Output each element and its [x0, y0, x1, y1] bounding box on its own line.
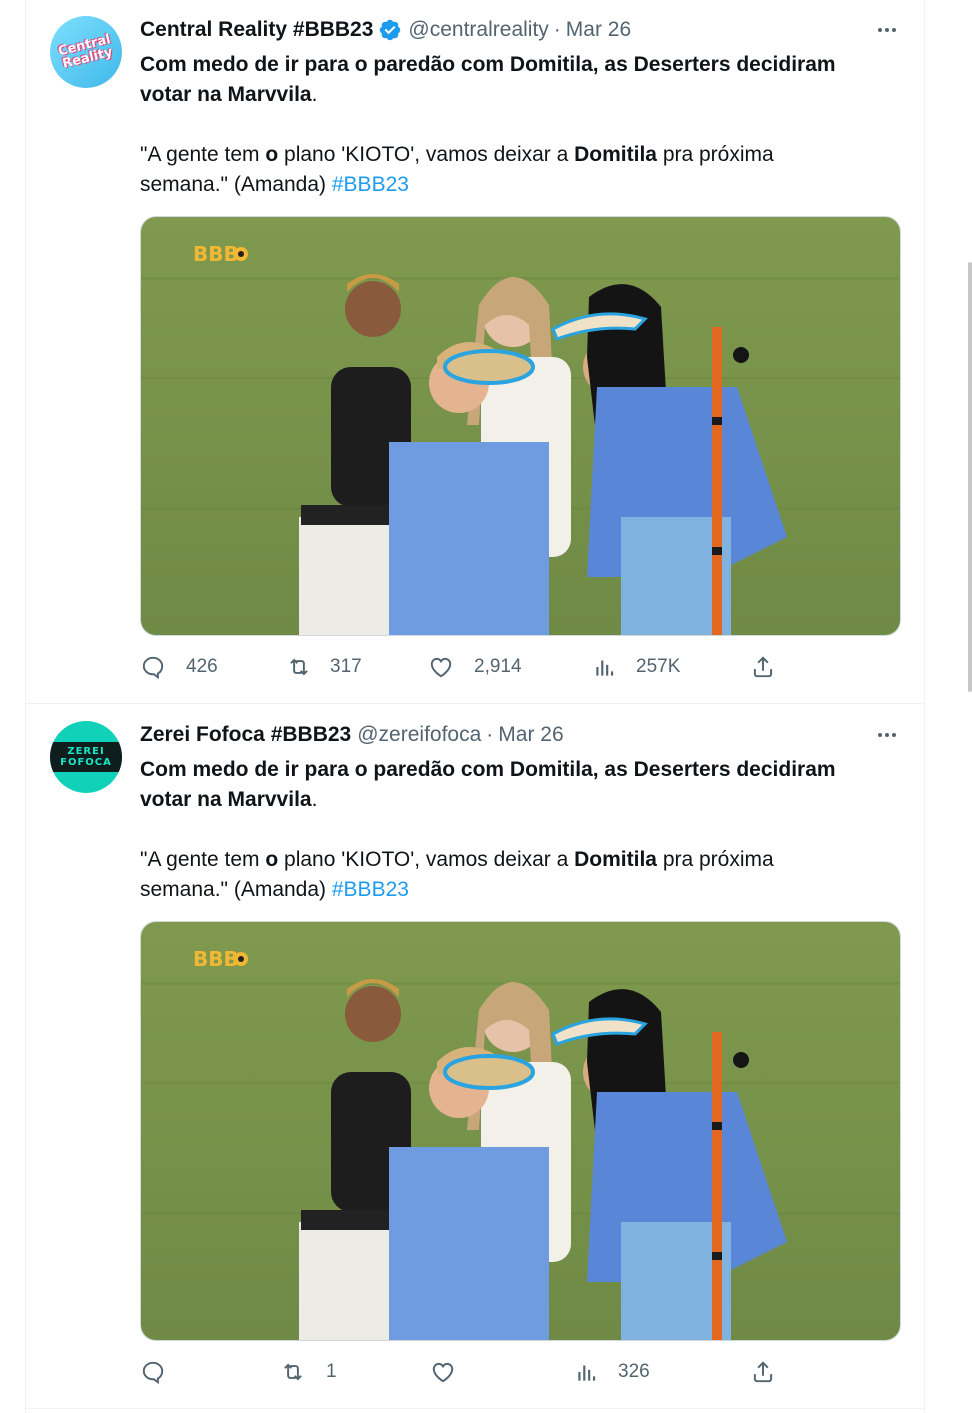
heart-icon: [430, 657, 452, 678]
avatar-logo: Central Reality: [56, 31, 115, 72]
like-button[interactable]: 2,914: [428, 652, 522, 682]
tweet-header: Central Reality #BBB23 @centralreality ·…: [140, 17, 631, 43]
tweet-photo[interactable]: BBB: [140, 921, 901, 1341]
tweet-zerei-fofoca[interactable]: ZEREI FOFOCA Zerei Fofoca #BBB23 @zereif…: [26, 705, 924, 1409]
tweet-actions: 426 317 2,914 257K: [140, 652, 900, 682]
avatar[interactable]: Central Reality: [50, 16, 122, 88]
quote-part-1: "A gente tem: [140, 848, 266, 871]
quote-line-2: semana." (Amanda): [140, 173, 332, 196]
quote-line-2: semana." (Amanda): [140, 878, 332, 901]
page-scrollbar[interactable]: [968, 262, 972, 692]
reply-button[interactable]: 426: [140, 652, 218, 682]
share-button[interactable]: [750, 652, 776, 682]
views-icon: [596, 660, 614, 676]
like-count: 2,914: [474, 656, 522, 677]
quote-part-2: plano 'KIOTO', vamos deixar a: [278, 848, 575, 871]
avatar[interactable]: ZEREI FOFOCA: [50, 721, 122, 793]
avatar-logo: ZEREI FOFOCA: [50, 742, 122, 772]
view-count: 257K: [636, 656, 681, 677]
share-button[interactable]: [750, 1357, 776, 1387]
heart-icon: [432, 1362, 454, 1383]
retweet-button[interactable]: 317: [286, 652, 362, 682]
headline-line-2: votar na Marvvila: [140, 83, 312, 106]
header-separator: ·: [553, 18, 561, 41]
retweet-count: 1: [326, 1361, 337, 1382]
tweet-date[interactable]: Mar 26: [498, 723, 563, 747]
more-icon[interactable]: [872, 18, 902, 42]
photo-scene: BBB: [141, 217, 900, 635]
tweet-header: Zerei Fofoca #BBB23 @zereifofoca · Mar 2…: [140, 722, 564, 748]
tweet-divider: [25, 703, 925, 704]
share-icon: [753, 656, 773, 678]
tweet-date[interactable]: Mar 26: [566, 18, 631, 42]
author-handle[interactable]: @zereifofoca: [357, 723, 481, 747]
photo-scene: BBB: [141, 922, 900, 1340]
quote-bold-2: Domitila: [574, 143, 657, 166]
tweet-text: Com medo de ir para o paredão com Domiti…: [140, 755, 910, 905]
header-separator: ·: [486, 723, 494, 746]
quote-bold-1: o: [265, 848, 279, 871]
tweet-photo[interactable]: BBB: [140, 216, 901, 636]
author-handle[interactable]: @centralreality: [408, 18, 548, 42]
quote-part-3: pra próxima: [656, 143, 774, 166]
headline-line-2: votar na Marvvila: [140, 788, 312, 811]
hashtag-link[interactable]: #BBB23: [332, 878, 409, 901]
retweet-button[interactable]: 1: [280, 1357, 337, 1387]
share-icon: [753, 1361, 773, 1383]
tweet-divider: [25, 1408, 925, 1409]
retweet-icon: [290, 658, 308, 676]
tweet-actions: 1 326: [140, 1357, 900, 1387]
headline-line-1: Com medo de ir para o paredão com Domiti…: [140, 53, 836, 76]
reply-button[interactable]: [140, 1357, 186, 1387]
headline-period: .: [311, 788, 318, 811]
quote-bold-2: Domitila: [574, 848, 657, 871]
reply-icon: [142, 1361, 164, 1385]
hashtag-link[interactable]: #BBB23: [332, 173, 409, 196]
headline-period: .: [311, 83, 318, 106]
quote-bold-1: o: [265, 143, 279, 166]
views-button[interactable]: 326: [574, 1357, 650, 1387]
reply-icon: [142, 656, 164, 680]
quote-part-1: "A gente tem: [140, 143, 266, 166]
retweet-count: 317: [330, 656, 362, 677]
timeline-right-border: [924, 0, 925, 1413]
bbb-watermark: BBB: [193, 947, 239, 971]
headline-line-1: Com medo de ir para o paredão com Domiti…: [140, 758, 836, 781]
quote-part-2: plano 'KIOTO', vamos deixar a: [278, 143, 575, 166]
reply-count: 426: [186, 656, 218, 677]
views-button[interactable]: 257K: [592, 652, 680, 682]
views-icon: [578, 1365, 596, 1381]
bbb-watermark: BBB: [193, 242, 239, 266]
quote-part-3: pra próxima: [656, 848, 774, 871]
author-name[interactable]: Zerei Fofoca #BBB23: [140, 723, 351, 747]
like-button[interactable]: [430, 1357, 476, 1387]
author-name[interactable]: Central Reality #BBB23: [140, 18, 373, 42]
retweet-icon: [284, 1363, 302, 1381]
view-count: 326: [618, 1361, 650, 1382]
tweet-central-reality[interactable]: Central Reality Central Reality #BBB23 @…: [26, 0, 924, 704]
verified-badge-icon: [380, 19, 401, 41]
more-icon[interactable]: [872, 723, 902, 747]
tweet-text: Com medo de ir para o paredão com Domiti…: [140, 50, 910, 200]
